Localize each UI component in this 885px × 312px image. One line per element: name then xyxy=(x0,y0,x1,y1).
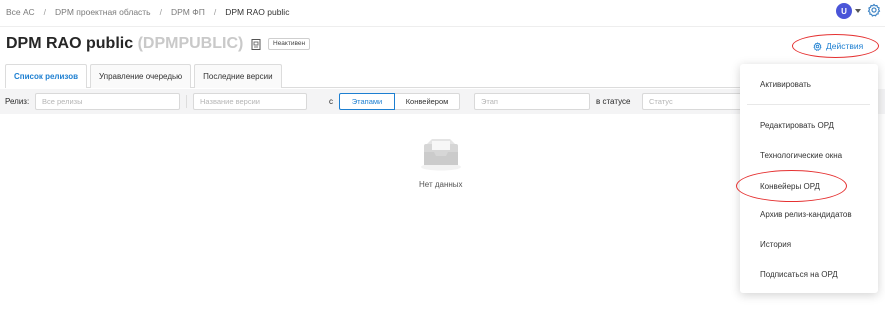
tab-queue-management[interactable]: Управление очередью xyxy=(90,64,192,88)
status-badge: Неактивен xyxy=(268,38,311,50)
gear-icon[interactable] xyxy=(867,3,881,17)
menu-item-edit-ord[interactable]: Редактировать ОРД xyxy=(760,121,834,130)
mode-label: с xyxy=(329,97,333,106)
page-title-code: (DPMPUBLIC) xyxy=(137,35,244,52)
menu-item-subscribe-ord[interactable]: Подписаться на ОРД xyxy=(760,270,838,279)
breadcrumb-item-all-systems[interactable]: Все АС xyxy=(6,7,35,17)
breadcrumb-item-project-area[interactable]: DPM проектная область xyxy=(55,7,151,17)
empty-state-text: Нет данных xyxy=(419,180,463,189)
tab-bar: Список релизов Управление очередью После… xyxy=(5,64,285,88)
chevron-down-icon[interactable] xyxy=(855,9,861,13)
menu-item-history[interactable]: История xyxy=(760,240,791,249)
breadcrumb-separator: / xyxy=(159,7,162,17)
tab-release-list[interactable]: Список релизов xyxy=(5,64,88,88)
mode-stages-button[interactable]: Этапами xyxy=(339,93,395,110)
release-filter-label: Релиз: xyxy=(5,97,30,106)
menu-item-tech-windows[interactable]: Технологические окна xyxy=(760,151,842,160)
page-title-name: DPM RAO public xyxy=(6,35,134,52)
mode-pipeline-button[interactable]: Конвейером xyxy=(394,93,460,110)
filter-divider xyxy=(186,95,187,108)
stage-select[interactable]: Этап xyxy=(474,93,590,110)
status-filter-label: в статусе xyxy=(596,97,631,106)
header-divider xyxy=(0,26,885,27)
breadcrumb-item-current: DPM RAO public xyxy=(225,7,290,17)
tab-latest-versions[interactable]: Последние версии xyxy=(194,64,282,88)
breadcrumb: Все АС / DPM проектная область / DPM ФП … xyxy=(6,6,289,18)
menu-item-activate[interactable]: Активировать xyxy=(760,80,811,89)
highlight-oval xyxy=(736,170,847,202)
version-name-input[interactable]: Название версии xyxy=(193,93,307,110)
release-select[interactable]: Все релизы xyxy=(35,93,180,110)
breadcrumb-separator: / xyxy=(213,7,217,17)
status-select[interactable]: Статус xyxy=(642,93,742,110)
user-avatar[interactable]: U xyxy=(836,3,852,19)
menu-item-rc-archive[interactable]: Архив релиз-кандидатов xyxy=(760,210,852,219)
empty-inbox-icon xyxy=(421,139,461,171)
document-icon[interactable] xyxy=(251,39,261,50)
breadcrumb-separator: / xyxy=(43,7,47,17)
breadcrumb-item-fp[interactable]: DPM ФП xyxy=(171,7,205,17)
page-title: DPM RAO public (DPMPUBLIC) xyxy=(6,35,243,53)
menu-divider xyxy=(747,104,870,105)
highlight-oval xyxy=(792,34,879,58)
